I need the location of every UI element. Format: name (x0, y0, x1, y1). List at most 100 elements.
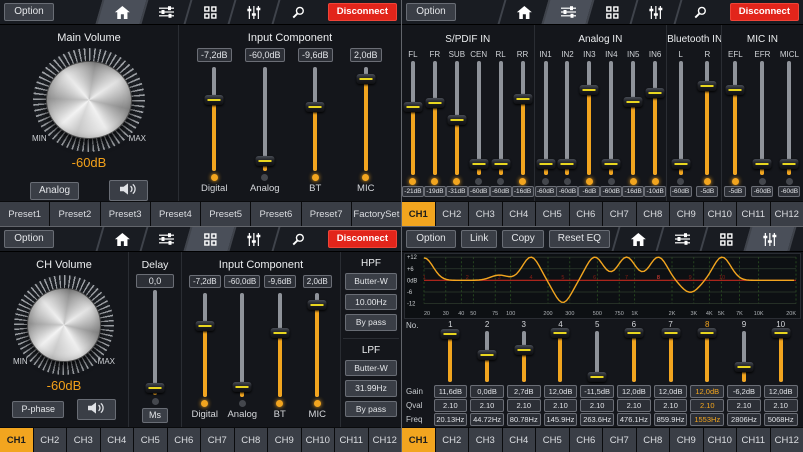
eq-band-5-gain-value[interactable]: -11,5dB (580, 385, 614, 398)
channel-tab-ch4[interactable]: CH4 (101, 428, 134, 452)
channel-tab-ch5[interactable]: CH5 (536, 202, 569, 226)
preset-tab-preset5[interactable]: Preset5 (201, 202, 250, 226)
eq-band-5-gain-slider[interactable] (587, 331, 607, 382)
channel-tab-ch6[interactable]: CH6 (168, 428, 201, 452)
eq-band-9-qval-value[interactable]: 2.10 (727, 399, 761, 412)
grid-icon[interactable] (585, 0, 636, 24)
efl-level-slider[interactable] (725, 61, 745, 175)
digital-level-slider-thumb[interactable] (195, 321, 214, 331)
mic-level-slider-thumb[interactable] (356, 74, 375, 84)
bt-level-slider-thumb[interactable] (270, 328, 289, 338)
in5-level-slider-thumb[interactable] (624, 97, 643, 107)
in3-level-slider[interactable] (579, 61, 599, 175)
disconnect-button[interactable]: Disconnect (328, 3, 397, 21)
channel-tab-ch9[interactable]: CH9 (670, 202, 703, 226)
home-icon[interactable] (95, 227, 146, 251)
eq-band-3-gain-slider[interactable] (514, 331, 534, 382)
fr-level-slider-thumb[interactable] (425, 98, 444, 108)
eq-band-2-freq-value[interactable]: 44.72Hz (470, 413, 504, 426)
disconnect-button[interactable]: Disconnect (730, 3, 799, 21)
preset-tab-preset2[interactable]: Preset2 (50, 202, 99, 226)
r-level-slider-thumb[interactable] (698, 81, 717, 91)
analog-level-slider[interactable] (232, 293, 252, 397)
l-level-slider-thumb[interactable] (671, 159, 690, 169)
eq-band-8-gain-slider[interactable] (697, 331, 717, 382)
sub-level-slider-thumb[interactable] (447, 115, 466, 125)
channel-tab-ch3[interactable]: CH3 (67, 428, 100, 452)
channel-tab-ch2[interactable]: CH2 (436, 202, 469, 226)
channel-tab-ch11[interactable]: CH11 (737, 202, 770, 226)
eq-band-2-gain-slider-thumb[interactable] (478, 350, 497, 360)
channel-tab-ch8[interactable]: CH8 (235, 428, 268, 452)
eq-band-1-gain-slider-thumb[interactable] (441, 329, 460, 339)
eq-band-8-freq-value[interactable]: 1553Hz (690, 413, 724, 426)
efl-level-slider-thumb[interactable] (726, 85, 745, 95)
bt-level-slider[interactable] (270, 293, 290, 397)
option-button[interactable]: Option (4, 3, 54, 21)
preset-tab-preset4[interactable]: Preset4 (151, 202, 200, 226)
tune-icon[interactable] (673, 0, 724, 24)
eq-band-10-qval-value[interactable]: 2.10 (764, 399, 798, 412)
eq-band-4-gain-slider[interactable] (550, 331, 570, 382)
eq-band-1-freq-value[interactable]: 20.13Hz (434, 413, 468, 426)
in6-level-slider[interactable] (645, 61, 665, 175)
option-button[interactable]: Option (4, 230, 54, 248)
lpf-freq-button[interactable]: 31.99Hz (345, 380, 397, 397)
in1-level-slider[interactable] (536, 61, 556, 175)
eq-band-9-freq-value[interactable]: 2806Hz (727, 413, 761, 426)
channel-tab-ch5[interactable]: CH5 (536, 428, 569, 452)
preset-tab-preset3[interactable]: Preset3 (101, 202, 150, 226)
copy-button[interactable]: Copy (502, 230, 543, 248)
fl-level-slider[interactable] (403, 61, 423, 175)
cen-level-slider[interactable] (469, 61, 489, 175)
hpf-freq-button[interactable]: 10.00Hz (345, 294, 397, 311)
grid-icon[interactable] (183, 0, 234, 24)
channel-tab-ch4[interactable]: CH4 (503, 428, 536, 452)
eq-band-10-gain-slider-thumb[interactable] (771, 328, 790, 338)
rr-level-slider[interactable] (513, 61, 533, 175)
mic-level-slider[interactable] (356, 67, 376, 171)
channel-tab-ch12[interactable]: CH12 (369, 428, 402, 452)
eq-band-6-qval-value[interactable]: 2.10 (617, 399, 651, 412)
channel-tab-ch6[interactable]: CH6 (570, 202, 603, 226)
digital-level-slider[interactable] (195, 293, 215, 397)
phase-button[interactable]: P-phase (12, 401, 64, 418)
rr-level-slider-thumb[interactable] (513, 94, 532, 104)
preset-tab-factoryset[interactable]: FactorySet (352, 202, 401, 226)
preset-tab-preset6[interactable]: Preset6 (251, 202, 300, 226)
channel-tab-ch7[interactable]: CH7 (201, 428, 234, 452)
channel-tab-ch1[interactable]: CH1 (0, 428, 33, 452)
grid-icon[interactable] (700, 227, 751, 251)
eq-band-9-gain-slider[interactable] (734, 331, 754, 382)
eq-band-9-gain-slider-thumb[interactable] (734, 362, 753, 372)
micl-level-slider-thumb[interactable] (780, 159, 799, 169)
mute-button[interactable] (109, 180, 148, 201)
knob-cap[interactable] (27, 288, 101, 362)
in1-level-slider-thumb[interactable] (536, 159, 555, 169)
preset-tab-preset7[interactable]: Preset7 (302, 202, 351, 226)
eq-band-4-gain-slider-thumb[interactable] (551, 328, 570, 338)
hpf-type-button[interactable]: Butter-W (345, 273, 397, 290)
cen-level-slider-thumb[interactable] (469, 159, 488, 169)
mixer-icon[interactable] (139, 227, 190, 251)
channel-tab-ch11[interactable]: CH11 (737, 428, 770, 452)
channel-tab-ch8[interactable]: CH8 (637, 202, 670, 226)
reset-eq-button[interactable]: Reset EQ (549, 230, 610, 248)
channel-tab-ch1[interactable]: CH1 (402, 428, 435, 452)
analog-level-slider-thumb[interactable] (255, 156, 274, 166)
eq-band-5-qval-value[interactable]: 2.10 (580, 399, 614, 412)
in6-level-slider-thumb[interactable] (646, 88, 665, 98)
fr-level-slider[interactable] (425, 61, 445, 175)
in4-level-slider[interactable] (601, 61, 621, 175)
home-icon[interactable] (612, 227, 663, 251)
preset-tab-preset1[interactable]: Preset1 (0, 202, 49, 226)
delay-slider-track[interactable] (153, 290, 157, 395)
mic-level-slider-thumb[interactable] (308, 300, 327, 310)
faders-icon[interactable] (227, 0, 278, 24)
channel-tab-ch12[interactable]: CH12 (771, 202, 803, 226)
eq-band-6-gain-value[interactable]: 12,0dB (617, 385, 651, 398)
eq-band-6-gain-slider[interactable] (624, 331, 644, 382)
lpf-type-button[interactable]: Butter-W (345, 360, 397, 377)
faders-icon[interactable] (744, 227, 795, 251)
faders-icon[interactable] (227, 227, 278, 251)
